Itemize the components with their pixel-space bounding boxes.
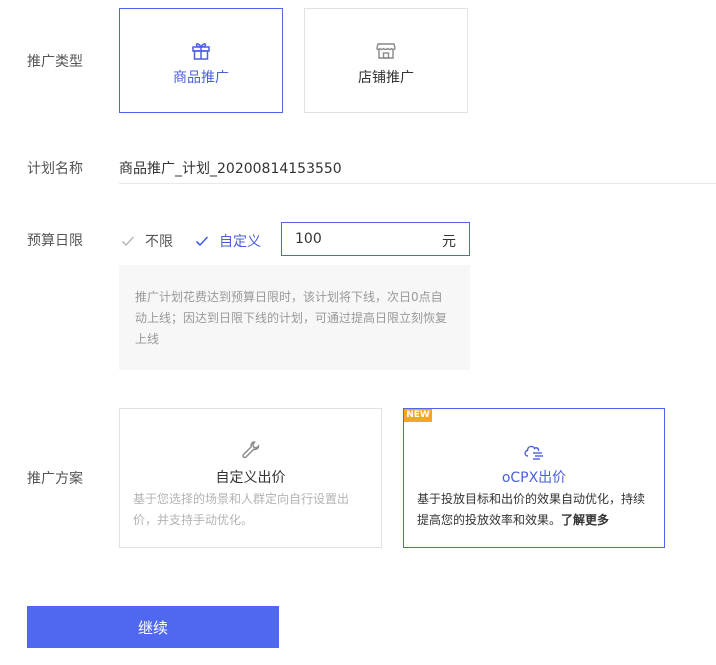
custom-bid-description: 基于您选择的场景和人群定向自行设置出价，并支持手动优化。 [133, 492, 350, 527]
check-icon [195, 235, 209, 247]
budget-label: 预算日限 [27, 233, 83, 249]
budget-unlimited-option[interactable]: 不限 [121, 231, 173, 251]
product-promotion-label: 商品推广 [173, 70, 229, 86]
gift-icon [120, 39, 282, 61]
ocpx-bid-description: 基于投放目标和出价的效果自动优化，持续提高您的投放效率和效果。 [417, 492, 646, 527]
budget-unit: 元 [442, 234, 456, 250]
continue-button[interactable]: 继续 [27, 606, 279, 648]
store-icon [305, 39, 467, 61]
ocpx-bid-description-block: 基于投放目标和出价的效果自动优化，持续提高您的投放效率和效果。了解更多 [417, 489, 651, 531]
budget-custom-option[interactable]: 自定义 [195, 231, 261, 251]
ocpx-bid-card[interactable]: NEW oCPX出价 基于投放目标和出价的效果自动优化，持续提高您的投放效率和效… [403, 408, 665, 548]
smart-cloud-icon [404, 439, 664, 461]
budget-custom-label: 自定义 [219, 234, 261, 250]
plan-name-field[interactable]: 商品推广_计划_20200814153550 [119, 158, 342, 178]
learn-more-link[interactable]: 了解更多 [561, 513, 609, 527]
wrench-icon [120, 439, 381, 461]
store-promotion-label: 店铺推广 [358, 70, 414, 86]
custom-bid-card[interactable]: 自定义出价 基于您选择的场景和人群定向自行设置出价，并支持手动优化。 [119, 408, 382, 548]
product-promotion-card[interactable]: 商品推广 [119, 8, 283, 113]
plan-name-underline [119, 183, 716, 184]
budget-input-box[interactable]: 元 [281, 222, 470, 256]
plan-name-label: 计划名称 [27, 161, 83, 177]
budget-notice: 推广计划花费达到预算日限时，该计划将下线，次日0点自动上线；因达到日限下线的计划… [119, 265, 470, 370]
promotion-type-label: 推广类型 [27, 54, 83, 70]
new-badge: NEW [404, 409, 432, 422]
custom-bid-title: 自定义出价 [215, 470, 286, 486]
store-promotion-card[interactable]: 店铺推广 [304, 8, 468, 113]
check-icon [121, 235, 135, 247]
scheme-label: 推广方案 [27, 471, 83, 487]
budget-amount-input[interactable] [282, 223, 432, 255]
budget-unlimited-label: 不限 [145, 234, 173, 250]
ocpx-bid-title: oCPX出价 [501, 470, 567, 486]
